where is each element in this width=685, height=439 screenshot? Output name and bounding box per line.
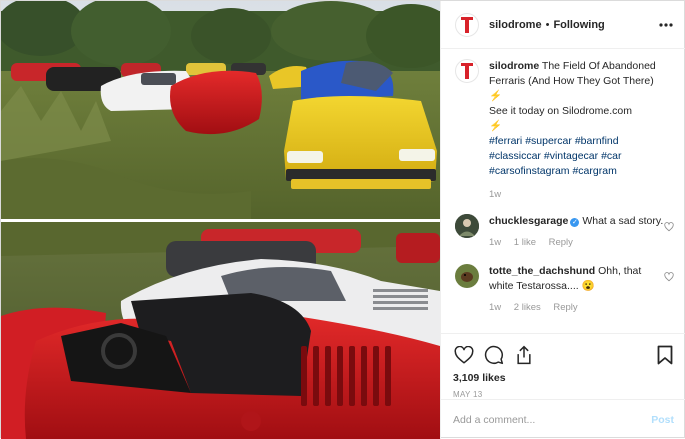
comment-timestamp[interactable]: 1w bbox=[489, 302, 501, 313]
comment-like-heart-icon[interactable] bbox=[664, 272, 674, 285]
comments-list: silodrome The Field Of Abandoned Ferrari… bbox=[441, 59, 685, 329]
verified-badge-icon: ✓ bbox=[570, 218, 580, 227]
action-bar bbox=[453, 340, 676, 370]
lightning-emoji: ⚡ bbox=[489, 90, 503, 102]
comment-meta: 1w 2 likes Reply bbox=[489, 300, 665, 315]
silodrome-logo-icon bbox=[461, 16, 473, 33]
surprised-emoji: 😮 bbox=[581, 280, 595, 292]
hashtag-link[interactable]: #barnfind bbox=[575, 135, 619, 147]
comment-text: What a sad story. bbox=[582, 215, 664, 227]
caption-timestamp[interactable]: 1w bbox=[489, 189, 501, 200]
like-count[interactable]: 3,109 likes bbox=[453, 372, 676, 384]
comment-item: totte_the_dachshund Ohh, that white Test… bbox=[455, 264, 674, 315]
comment-input[interactable] bbox=[453, 413, 652, 426]
caption-line-2: See it today on Silodrome.com bbox=[489, 105, 632, 117]
comment-timestamp[interactable]: 1w bbox=[489, 237, 501, 248]
hashtag-link[interactable]: #car bbox=[601, 150, 621, 162]
follow-status-button[interactable]: Following bbox=[553, 19, 604, 31]
comment-like-count[interactable]: 1 like bbox=[514, 237, 536, 248]
hashtag-link[interactable]: #supercar bbox=[525, 135, 572, 147]
heart-icon[interactable] bbox=[453, 344, 475, 366]
caption: silodrome The Field Of Abandoned Ferrari… bbox=[455, 59, 672, 202]
post-actions: 3,109 likes MAY 13 bbox=[441, 333, 685, 399]
hashtag-link[interactable]: #carsofinstagram bbox=[489, 165, 570, 177]
comment-meta: 1w 1 like Reply bbox=[489, 235, 665, 250]
comment-body: totte_the_dachshund Ohh, that white Test… bbox=[489, 264, 665, 315]
author-username[interactable]: silodrome bbox=[489, 19, 542, 31]
caption-body: silodrome The Field Of Abandoned Ferrari… bbox=[489, 59, 665, 202]
header-separator: • bbox=[545, 18, 550, 31]
instagram-post-modal: silodrome • Following silodrome The Fiel… bbox=[0, 0, 685, 439]
user-avatar-icon bbox=[455, 214, 479, 238]
commenter-avatar[interactable] bbox=[455, 264, 479, 288]
post-photo[interactable] bbox=[1, 1, 440, 439]
hashtag-link[interactable]: #vintagecar bbox=[544, 150, 598, 162]
comment-body: chucklesgarage ✓ What a sad story. 1w 1 l… bbox=[489, 214, 665, 250]
comment-reply-button[interactable]: Reply bbox=[553, 302, 577, 313]
hashtag-link[interactable]: #classiccar bbox=[489, 150, 541, 162]
caption-username[interactable]: silodrome bbox=[489, 60, 539, 72]
bookmark-icon[interactable] bbox=[654, 344, 676, 366]
post-sidebar: silodrome • Following silodrome The Fiel… bbox=[440, 1, 685, 439]
author-avatar[interactable] bbox=[455, 12, 479, 37]
comment-username[interactable]: totte_the_dachshund bbox=[489, 265, 595, 277]
comment-like-count[interactable]: 2 likes bbox=[514, 302, 541, 313]
commenter-avatar[interactable] bbox=[455, 214, 479, 238]
comment-reply-button[interactable]: Reply bbox=[549, 237, 573, 248]
more-options-icon[interactable] bbox=[658, 17, 674, 33]
share-icon[interactable] bbox=[513, 344, 535, 366]
hashtag-link[interactable]: #cargram bbox=[572, 165, 616, 177]
post-header: silodrome • Following bbox=[441, 1, 685, 49]
comment-icon[interactable] bbox=[483, 344, 505, 366]
caption-meta: 1w bbox=[489, 187, 665, 202]
comment-like-heart-icon[interactable] bbox=[664, 222, 674, 235]
silodrome-logo-icon bbox=[461, 63, 473, 79]
comment-item: chucklesgarage ✓ What a sad story. 1w 1 l… bbox=[455, 214, 674, 250]
abandoned-ferraris-photo bbox=[1, 1, 440, 439]
post-comment-button[interactable]: Post bbox=[651, 414, 674, 426]
hashtag-link[interactable]: #ferrari bbox=[489, 135, 522, 147]
user-avatar-icon bbox=[455, 264, 479, 288]
caption-avatar[interactable] bbox=[455, 59, 479, 83]
add-comment-bar: Post bbox=[441, 399, 685, 439]
post-date[interactable]: MAY 13 bbox=[453, 390, 676, 399]
comment-username[interactable]: chucklesgarage bbox=[489, 215, 568, 227]
lightning-emoji: ⚡ bbox=[489, 120, 503, 132]
